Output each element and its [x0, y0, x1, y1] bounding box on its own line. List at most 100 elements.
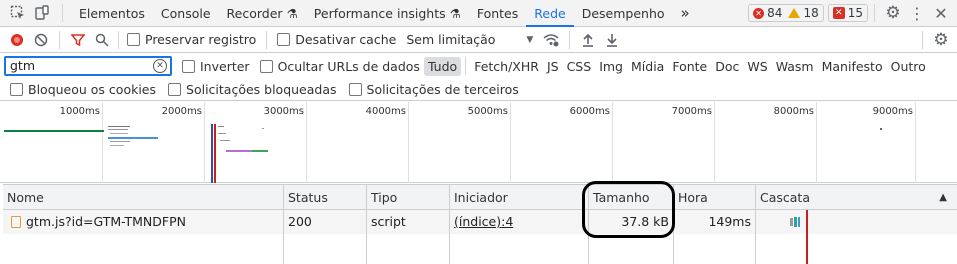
tab-performance-insights-label: Performance insights — [313, 5, 446, 21]
issues-counter[interactable]: ✕ 84 18 — [748, 4, 824, 22]
tab-performance-insights[interactable]: Performance insights ⚗ — [306, 0, 469, 27]
size-highlight-annotation — [582, 181, 675, 238]
tab-console[interactable]: Console — [153, 0, 219, 27]
table-empty-area — [3, 234, 957, 264]
devtools-tab-bar: Elementos Console Recorder ⚗ Performance… — [0, 0, 957, 27]
record-icon[interactable] — [5, 28, 29, 52]
network-overview-timeline[interactable]: 1000ms 2000ms 3000ms 4000ms 5000ms 6000m… — [0, 102, 957, 183]
tick-label: 4000ms — [365, 106, 406, 117]
filter-type-manifest[interactable]: Manifesto — [818, 57, 887, 76]
column-divider — [588, 234, 589, 264]
tick-line — [306, 102, 307, 183]
activity-bar — [220, 140, 230, 141]
column-status[interactable]: Status — [283, 185, 366, 210]
dom-content-loaded-marker — [211, 124, 213, 183]
network-conditions-icon[interactable] — [539, 28, 563, 52]
tick-line — [408, 102, 409, 183]
tick-label: 7000ms — [671, 106, 712, 117]
filter-type-js[interactable]: JS — [543, 57, 563, 76]
tab-sources[interactable]: Fontes — [469, 0, 526, 27]
filter-type-ws[interactable]: WS — [743, 57, 771, 76]
close-devtools-icon[interactable]: ✕ — [929, 1, 953, 25]
waterfall-bar — [798, 217, 800, 227]
tab-performance[interactable]: Desempenho — [574, 0, 673, 27]
filter-type-media[interactable]: Mídia — [627, 57, 668, 76]
request-options-bar: Bloqueou os cookies Solicitações bloquea… — [0, 79, 957, 101]
tick-line — [816, 102, 817, 183]
column-time[interactable]: Hora — [673, 185, 755, 210]
filter-type-img[interactable]: Img — [595, 57, 627, 76]
error-count: 84 — [767, 6, 783, 20]
request-time: 149ms — [673, 210, 755, 234]
script-file-icon — [11, 215, 21, 228]
activity-bar — [262, 128, 264, 129]
tick-label: 6000ms — [569, 106, 610, 117]
activity-bar — [110, 141, 130, 142]
tick-label: 5000ms — [467, 106, 508, 117]
column-divider — [366, 234, 367, 264]
tick-line — [102, 102, 103, 183]
disable-cache-checkbox[interactable] — [277, 33, 291, 46]
settings-gear-icon[interactable]: ⚙ — [881, 1, 905, 25]
blocked-requests-label: Solicitações bloqueadas — [186, 82, 337, 97]
filter-type-other[interactable]: Outro — [887, 57, 930, 76]
blocked-count: 15 — [847, 6, 863, 20]
column-initiator[interactable]: Iniciador — [449, 185, 588, 210]
hide-data-urls-label: Ocultar URLs de dados — [277, 58, 420, 74]
initiator-link[interactable]: (índice):4 — [454, 214, 513, 229]
table-row[interactable]: gtm.js?id=GTM-TMNDFPN 200 script (índice… — [3, 210, 957, 234]
more-tabs-button[interactable]: » — [673, 0, 698, 27]
throttling-select[interactable]: Sem limitação — [406, 32, 526, 47]
column-name[interactable]: Nome — [3, 185, 283, 210]
filter-type-wasm[interactable]: Wasm — [772, 57, 818, 76]
network-settings-gear-icon[interactable]: ⚙ — [929, 28, 953, 52]
export-har-icon[interactable] — [600, 28, 624, 52]
invert-checkbox[interactable] — [182, 59, 195, 73]
filter-input[interactable]: gtm ✕ — [4, 56, 172, 76]
device-toolbar-icon[interactable] — [30, 1, 54, 25]
activity-bar — [218, 133, 226, 134]
blocked-cookies-checkbox[interactable] — [10, 83, 23, 96]
column-waterfall[interactable]: Cascata ▲ — [755, 185, 957, 210]
activity-bar — [880, 128, 882, 130]
tab-elements[interactable]: Elementos — [71, 0, 153, 27]
network-toolbar: Preservar registro Desativar cache Sem l… — [0, 27, 957, 53]
activity-bar — [226, 150, 252, 152]
waterfall-bar — [790, 218, 793, 226]
preserve-log-checkbox[interactable] — [127, 33, 140, 46]
column-type[interactable]: Tipo — [366, 185, 449, 210]
flask-icon: ⚗ — [449, 5, 461, 21]
search-icon[interactable] — [90, 28, 114, 52]
tick-line — [714, 102, 715, 183]
filter-type-css[interactable]: CSS — [563, 57, 596, 76]
filter-icon[interactable] — [66, 28, 90, 52]
requests-table-header: Nome Status Tipo Iniciador Tamanho Hora … — [3, 184, 957, 210]
clear-icon[interactable] — [29, 28, 53, 52]
import-har-icon[interactable] — [576, 28, 600, 52]
third-party-label: Solicitações de terceiros — [366, 82, 519, 97]
filter-type-font[interactable]: Fonte — [668, 57, 711, 76]
tick-line — [612, 102, 613, 183]
filter-bar: gtm ✕ Inverter Ocultar URLs de dados Tud… — [0, 53, 957, 79]
blocked-cookies-label: Bloqueou os cookies — [28, 82, 157, 97]
activity-bar — [108, 126, 130, 127]
request-waterfall — [755, 210, 957, 234]
warning-icon — [788, 8, 801, 18]
third-party-checkbox[interactable] — [348, 83, 362, 96]
clear-filter-icon[interactable]: ✕ — [153, 59, 167, 73]
filter-type-all[interactable]: Tudo — [423, 56, 462, 76]
blocked-requests-checkbox[interactable] — [168, 83, 182, 96]
filter-input-value: gtm — [10, 58, 36, 73]
warning-count: 18 — [803, 6, 819, 20]
chevron-down-icon[interactable]: ▼ — [526, 35, 533, 45]
filter-type-doc[interactable]: Doc — [711, 57, 743, 76]
filter-type-fetch-xhr[interactable]: Fetch/XHR — [470, 57, 543, 76]
load-event-marker — [214, 124, 216, 183]
inspect-element-icon[interactable] — [6, 1, 30, 25]
preserve-log-label: Preservar registro — [145, 32, 257, 47]
hide-data-urls-checkbox[interactable] — [259, 59, 273, 73]
more-options-icon[interactable]: ⋮ — [905, 1, 929, 25]
tab-network[interactable]: Rede — [526, 0, 574, 27]
blocked-issues-counter[interactable]: ✕ 15 — [827, 4, 868, 22]
tab-recorder[interactable]: Recorder ⚗ — [219, 0, 306, 27]
